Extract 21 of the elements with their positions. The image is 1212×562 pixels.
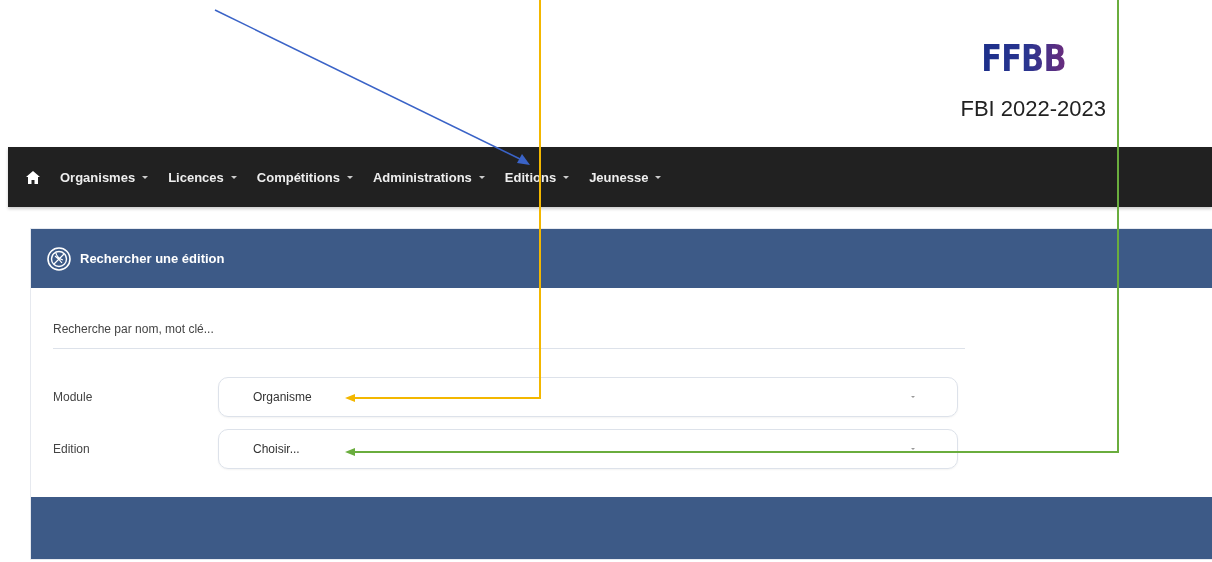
caret-icon <box>563 175 570 179</box>
nav-menu-item[interactable]: Administrations <box>372 169 485 185</box>
caret-icon <box>142 175 149 179</box>
nav-menu-item[interactable]: Jeunesse <box>589 169 662 185</box>
select-field[interactable]: Choisir... <box>218 429 958 469</box>
nav-menu-item[interactable]: Organismes <box>60 169 149 185</box>
field-label: Edition <box>53 442 91 456</box>
caret-icon <box>230 175 237 179</box>
field-label: Module <box>53 390 94 404</box>
select-field[interactable]: Organisme <box>218 377 958 417</box>
caret-icon <box>478 175 485 179</box>
nav-menu-item[interactable]: Compétitions <box>256 169 353 185</box>
home-icon[interactable] <box>26 170 40 184</box>
nav-menu-item[interactable]: Licences <box>168 169 237 185</box>
panel-title: Rechercher une édition <box>80 251 225 266</box>
caret-icon <box>346 175 353 179</box>
caret-icon <box>655 175 662 179</box>
caret-icon <box>911 448 915 450</box>
app-subtitle: FBI 2022-2023 <box>960 96 1106 122</box>
basketball-icon <box>47 246 71 271</box>
caret-icon <box>911 396 915 398</box>
